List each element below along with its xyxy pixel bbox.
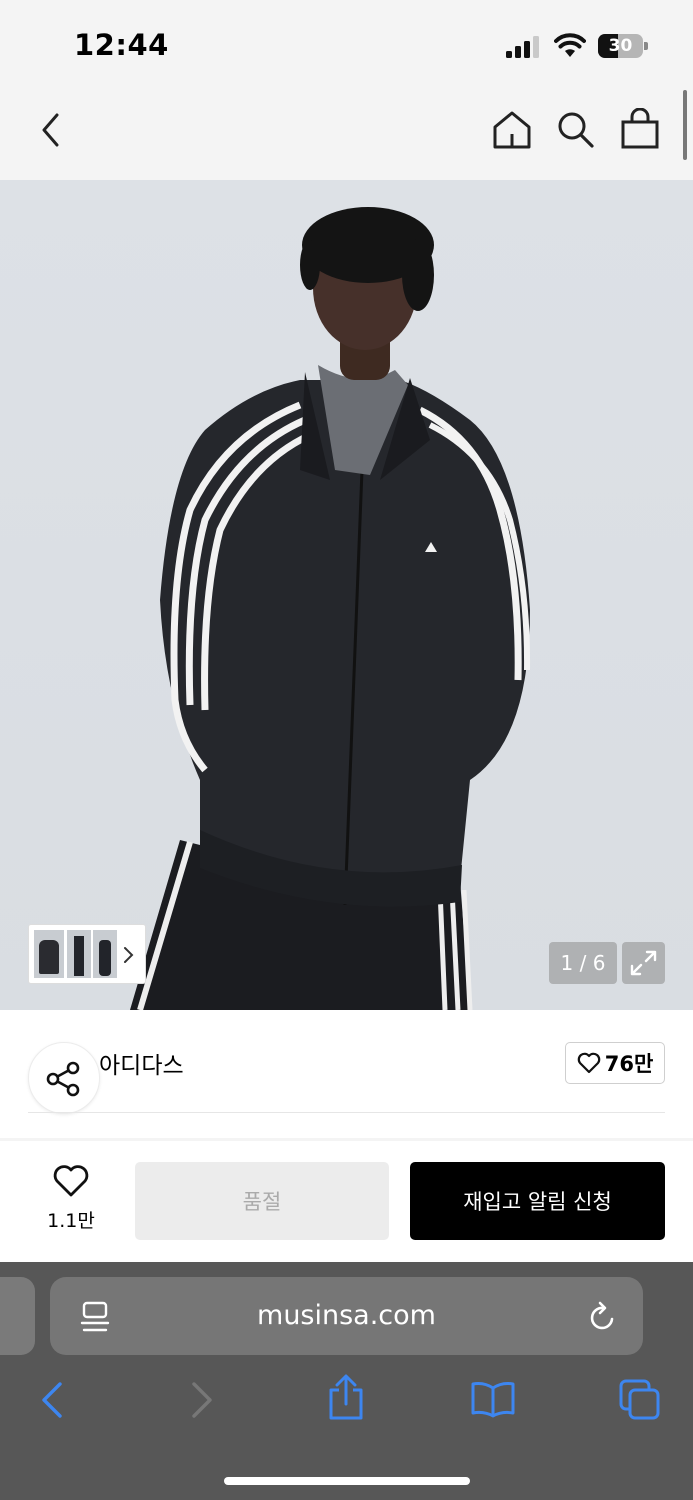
soldout-button: 품절 [135,1162,389,1240]
share-icon[interactable] [326,1374,366,1422]
reload-icon[interactable] [588,1301,618,1333]
status-time: 12:44 [74,28,169,62]
thumbnail[interactable] [34,930,64,978]
cellular-signal-icon [506,36,539,58]
search-icon[interactable] [556,110,596,150]
heart-icon [53,1165,89,1197]
chevron-right-icon[interactable] [122,945,136,965]
wishlist-button[interactable]: 1.1만 [28,1164,114,1244]
bookmarks-icon[interactable] [470,1380,516,1418]
expand-icon[interactable] [622,942,665,984]
share-icon [46,1061,80,1097]
brand-like-count: 76만 [604,1052,654,1076]
url-text[interactable]: musinsa.com [50,1277,643,1355]
shopping-bag-icon[interactable] [620,108,660,150]
heart-icon [577,1052,601,1074]
restock-alert-button[interactable]: 재입고 알림 신청 [410,1162,665,1240]
product-photo-illustration [130,207,531,1010]
thumbnail[interactable] [67,930,91,978]
thumbnail-strip[interactable] [28,924,146,984]
brand-like-button[interactable]: 76만 [565,1042,665,1084]
thumbnail[interactable] [93,930,117,978]
scroll-indicator[interactable] [683,90,687,160]
product-image[interactable] [0,180,693,1010]
previous-tab-peek[interactable] [0,1277,35,1355]
divider [28,1112,665,1113]
forward-icon[interactable] [188,1380,216,1420]
tabs-icon[interactable] [618,1378,662,1422]
wishlist-count: 1.1만 [47,1210,95,1232]
home-icon[interactable] [492,110,532,150]
address-bar[interactable]: musinsa.com [50,1277,643,1355]
home-indicator[interactable] [224,1477,470,1485]
section-separator [0,1138,693,1141]
brand-name[interactable]: 아디다스 [99,1046,184,1080]
chevron-left-icon[interactable] [38,112,64,148]
battery-level: 30 [608,36,633,56]
back-icon[interactable] [38,1380,66,1420]
image-counter: 1 / 6 [549,942,617,984]
share-button[interactable] [28,1042,100,1114]
wifi-icon [554,33,586,57]
battery-icon: 30 [598,34,648,58]
